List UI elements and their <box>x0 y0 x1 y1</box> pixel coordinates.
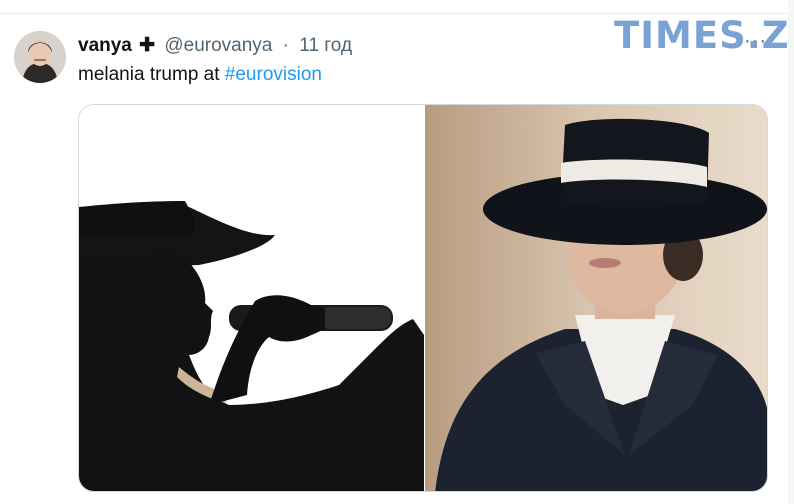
avatar[interactable] <box>14 31 66 83</box>
tweet-header: vanya ✚ @eurovanya · 11 год <box>78 34 352 57</box>
watermark-logo: TIMES.ZT <box>614 14 794 57</box>
separator-dot: · <box>282 35 289 56</box>
tweet-media[interactable] <box>78 104 768 492</box>
tweet-text: melania trump at #eurovision <box>78 64 322 86</box>
hashtag-link[interactable]: #eurovision <box>225 64 322 85</box>
page-edge <box>788 0 794 504</box>
woman-in-hat-image[interactable] <box>425 105 767 491</box>
tweet-text-plain: melania trump at <box>78 64 225 85</box>
avatar-image <box>14 31 66 83</box>
silhouette-singer-image[interactable] <box>79 105 424 491</box>
author-handle[interactable]: @eurovanya <box>164 35 272 56</box>
tweet-timestamp[interactable]: 11 год <box>299 35 352 56</box>
silhouette-drawing <box>79 105 424 491</box>
portrait-drawing <box>425 105 767 491</box>
cross-badge-icon: ✚ <box>139 35 156 56</box>
author-name[interactable]: vanya <box>78 35 132 56</box>
